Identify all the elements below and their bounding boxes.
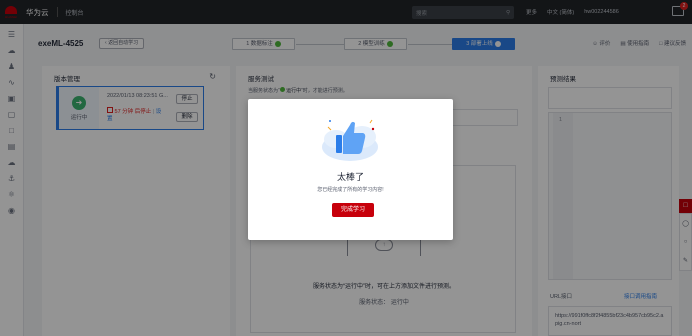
modal-description: 您已经完成了所有的学习内容! bbox=[317, 187, 384, 193]
completion-modal: 太棒了 您已经完成了所有的学习内容! 完成学习 bbox=[248, 99, 453, 240]
modal-title: 太棒了 bbox=[336, 172, 364, 182]
thumbs-up-icon bbox=[322, 119, 378, 161]
finish-learning-button[interactable]: 完成学习 bbox=[332, 203, 374, 217]
